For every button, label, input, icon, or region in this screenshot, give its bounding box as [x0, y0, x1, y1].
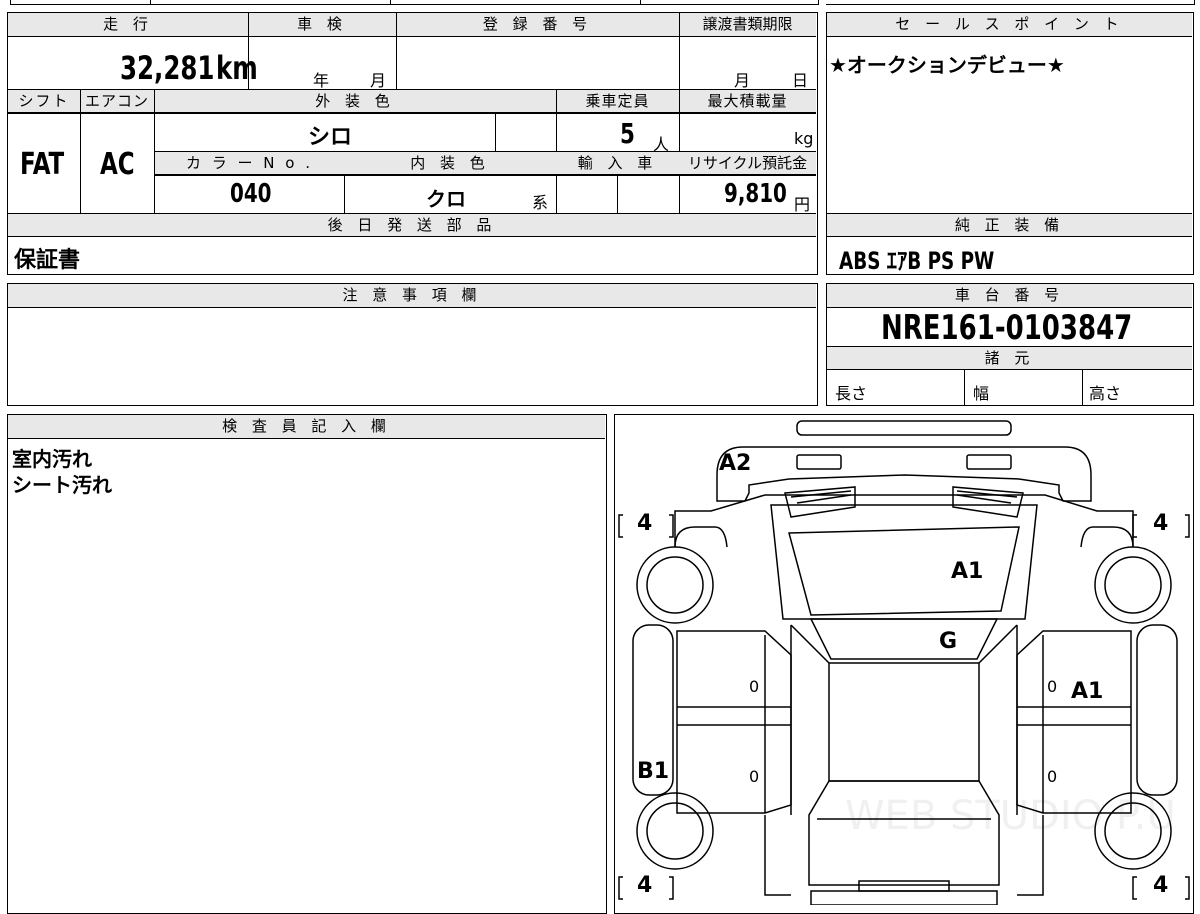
chassis-number: NRE161-0103847 [881, 308, 1133, 348]
sales-point-header: セ ー ル ス ポ イ ン ト [827, 13, 1192, 35]
equipment-header: 純 正 装 備 [827, 214, 1192, 236]
later-parts-header: 後 日 発 送 部 品 [8, 214, 816, 236]
chassis-box: 車 台 番 号 NRE161-0103847 諸 元 長さ 幅 高さ [826, 283, 1194, 406]
spec-length-label: 長さ [835, 384, 868, 403]
vehicle-info-table: 走 行 車 検 登 録 番 号 譲渡書類期限 32,281 km 年 月 月 日… [7, 12, 818, 275]
interior-suffix: 系 [532, 193, 549, 212]
maxload-unit: kg [794, 129, 814, 148]
color-no-header: カ ラ ー N o . [155, 152, 344, 174]
shift-header: シフト [8, 90, 80, 112]
recycle-header: リサイクル預託金 [679, 152, 816, 174]
transfer-header: 譲渡書類期限 [679, 13, 816, 35]
damage-mark-a1-hood: A1 [951, 559, 984, 584]
top-strip [0, 0, 1200, 6]
exterior-value: シロ [308, 125, 353, 150]
mileage-value: 32,281 [120, 49, 215, 87]
recycle-value: 9,810 [724, 179, 787, 209]
tire-tread-front-right: 4 [1153, 511, 1169, 536]
damage-mark-g-windshield: G [939, 629, 958, 654]
mileage-unit: km [216, 49, 258, 87]
transfer-day: 日 [792, 71, 809, 90]
recycle-unit: 円 [794, 195, 811, 214]
door-zero-1: 0 [749, 677, 760, 696]
inspector-header: 検 査 員 記 入 欄 [8, 415, 605, 437]
notes-box: 注 意 事 項 欄 [7, 283, 818, 406]
tire-tread-rear-right: 4 [1153, 873, 1169, 898]
damage-mark-a2: A2 [719, 451, 752, 476]
spec-height-label: 高さ [1089, 384, 1122, 403]
inspector-box: 検 査 員 記 入 欄 室内汚れ シート汚れ [7, 414, 607, 914]
door-zero-3: 0 [1047, 677, 1058, 696]
capacity-header: 乗車定員 [556, 90, 679, 112]
inspection-month: 月 [370, 71, 387, 90]
inspector-note-2: シート汚れ [12, 473, 112, 497]
mileage-header: 走 行 [8, 13, 248, 35]
damage-mark-a1-right: A1 [1071, 679, 1104, 704]
car-diagram-box: A2 A1 G A1 B1 4 4 4 4 0 0 0 0 WEB STUDIO… [614, 414, 1194, 914]
shift-value: FAT [20, 147, 65, 182]
transfer-month: 月 [734, 71, 751, 90]
specs-header: 諸 元 [827, 347, 1192, 369]
door-zero-4: 0 [1047, 767, 1058, 786]
capacity-value: 5 [620, 117, 635, 150]
spec-width-label: 幅 [973, 384, 990, 403]
interior-header: 内 装 色 [344, 152, 556, 174]
watermark: WEB STUDIO P.U [845, 793, 1176, 839]
door-zero-2: 0 [749, 767, 760, 786]
exterior-header: 外 装 色 [154, 90, 556, 112]
chassis-header: 車 台 番 号 [827, 284, 1192, 306]
maxload-header: 最大積載量 [679, 90, 816, 112]
import-header: 輸 入 車 [556, 152, 679, 174]
inspection-header: 車 検 [248, 13, 396, 35]
registration-header: 登 録 番 号 [396, 13, 679, 35]
inspection-year: 年 [313, 71, 330, 90]
tire-tread-front-left: 4 [637, 511, 653, 536]
inspector-note-1: 室内汚れ [12, 447, 92, 471]
later-parts-value: 保証書 [14, 248, 81, 273]
sales-point-box: セ ー ル ス ポ イ ン ト ★オークションデビュー★ 純 正 装 備 ABS… [826, 12, 1194, 275]
equipment-value: ABS ｴｱB PS PW [839, 247, 995, 275]
ac-value: AC [100, 147, 135, 182]
sales-point-text: ★オークションデビュー★ [829, 53, 1065, 77]
tire-tread-rear-left: 4 [637, 873, 653, 898]
color-no-value: 040 [230, 179, 272, 209]
notes-header: 注 意 事 項 欄 [8, 284, 816, 306]
damage-mark-b1-left: B1 [637, 759, 670, 784]
ac-header: エアコン [80, 90, 154, 112]
interior-value: クロ [426, 187, 466, 211]
